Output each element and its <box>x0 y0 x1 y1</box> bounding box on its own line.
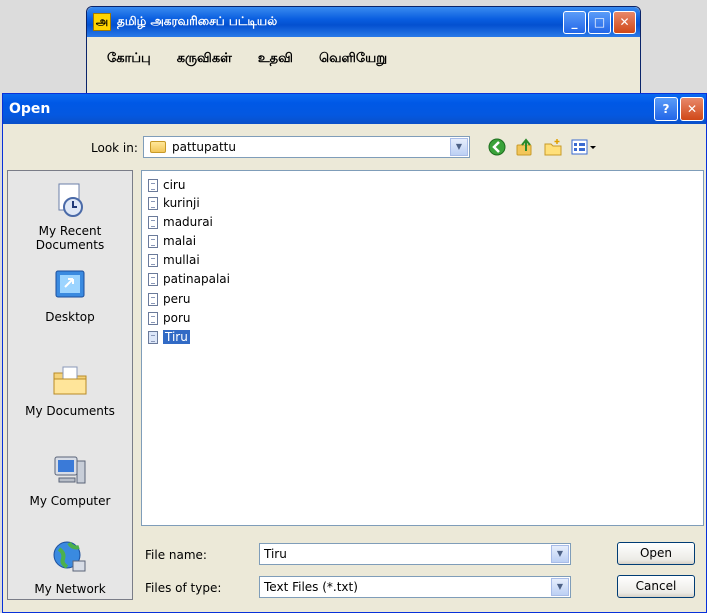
dialog-title: Open <box>9 101 51 117</box>
back-icon[interactable] <box>487 137 507 157</box>
my-network-icon <box>53 541 86 572</box>
maximize-button[interactable]: □ <box>588 10 611 34</box>
dialog-close-button[interactable]: ✕ <box>680 97 704 121</box>
text-file-icon <box>148 234 158 248</box>
folder-icon <box>150 141 166 153</box>
place-label: My Computer <box>29 494 111 508</box>
look-in-row: Look in: pattupattu ▼ <box>3 134 706 162</box>
list-item[interactable]: malai <box>148 233 196 249</box>
minimize-button[interactable]: _ <box>563 10 586 34</box>
place-label: My Recent Documents <box>35 224 105 252</box>
places-bar: My Recent Documents Desktop My Documents <box>7 170 133 600</box>
list-item[interactable]: mullai <box>148 252 200 268</box>
place-my-computer[interactable]: My Computer <box>8 451 132 508</box>
open-dialog: Open ? ✕ Look in: pattupattu ▼ My Recent… <box>2 93 707 613</box>
recent-documents-icon <box>58 183 83 217</box>
file-name-field[interactable]: Tiru ▼ <box>259 543 571 565</box>
desktop-icon <box>55 270 85 298</box>
menu-file[interactable]: கோப்பு <box>107 51 151 67</box>
my-computer-icon <box>54 456 86 484</box>
text-file-icon <box>148 272 158 286</box>
list-item[interactable]: madurai <box>148 214 213 230</box>
text-file-icon <box>148 178 158 192</box>
cancel-button[interactable]: Cancel <box>617 575 695 598</box>
app-menubar: கோப்பு கருவிகள் உதவி வெளியேறு <box>107 51 387 67</box>
file-type-value: Text Files (*.txt) <box>264 580 358 594</box>
app-title: தமிழ் அகரவரிசைப் பட்டியல் <box>117 14 278 28</box>
place-label: My Network <box>34 582 106 596</box>
app-titlebar[interactable]: அ தமிழ் அகரவரிசைப் பட்டியல் _ □ ✕ <box>87 7 640 37</box>
list-item[interactable]: patinapalai <box>148 271 230 287</box>
list-item-selected[interactable]: Tiru <box>148 329 190 345</box>
new-folder-icon[interactable] <box>543 137 563 157</box>
place-my-recent-documents[interactable]: My Recent Documents <box>8 181 132 252</box>
list-item[interactable]: ciru <box>148 177 185 193</box>
background-app-window: அ தமிழ் அகரவரிசைப் பட்டியல் _ □ ✕ கோப்பு… <box>86 6 641 100</box>
chevron-down-icon[interactable]: ▼ <box>551 578 569 596</box>
place-label: My Documents <box>25 404 115 418</box>
dialog-titlebar[interactable]: Open ? ✕ <box>3 94 706 124</box>
place-my-documents[interactable]: My Documents <box>8 361 132 418</box>
place-my-network[interactable]: My Network <box>8 539 132 596</box>
look-in-value: pattupattu <box>172 140 236 154</box>
file-type-dropdown[interactable]: Text Files (*.txt) ▼ <box>259 576 571 598</box>
views-menu-icon[interactable] <box>571 137 597 157</box>
menu-help[interactable]: உதவி <box>258 51 293 67</box>
file-list[interactable]: ciru kurinji madurai malai mullai patina… <box>141 170 704 526</box>
chevron-down-icon[interactable]: ▼ <box>450 138 468 156</box>
text-file-icon <box>148 215 158 229</box>
up-folder-icon[interactable] <box>515 137 535 157</box>
close-button[interactable]: ✕ <box>613 10 636 34</box>
text-file-icon <box>148 253 158 267</box>
my-documents-icon <box>53 366 87 395</box>
list-item[interactable]: poru <box>148 310 191 326</box>
help-button[interactable]: ? <box>654 97 678 121</box>
text-file-icon <box>148 292 158 306</box>
open-button[interactable]: Open <box>617 542 695 565</box>
file-name-value: Tiru <box>264 547 287 561</box>
list-item[interactable]: kurinji <box>148 195 200 211</box>
text-file-icon <box>148 330 158 344</box>
file-name-label: File name: <box>145 548 207 562</box>
look-in-label: Look in: <box>91 141 138 155</box>
menu-tools[interactable]: கருவிகள் <box>177 51 232 67</box>
place-label: Desktop <box>45 310 95 324</box>
chevron-down-icon[interactable]: ▼ <box>551 545 569 563</box>
file-type-label: Files of type: <box>145 581 222 595</box>
place-desktop[interactable]: Desktop <box>8 267 132 324</box>
look-in-dropdown[interactable]: pattupattu ▼ <box>143 136 470 158</box>
menu-exit[interactable]: வெளியேறு <box>319 51 387 67</box>
text-file-icon <box>148 311 158 325</box>
tamil-letter-icon: அ <box>93 13 111 31</box>
list-item[interactable]: peru <box>148 291 191 307</box>
text-file-icon <box>148 196 158 210</box>
